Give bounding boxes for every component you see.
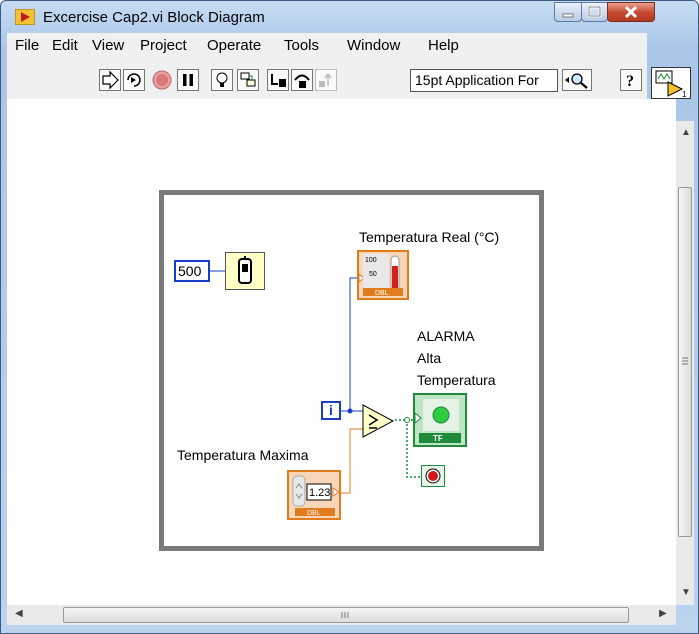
- scroll-down-arrow-icon[interactable]: ▼: [681, 587, 691, 598]
- scroll-up-arrow-icon[interactable]: ▲: [681, 127, 691, 138]
- numeric-label: Temperatura Maxima: [177, 447, 309, 463]
- grip-icon: [341, 612, 349, 618]
- scroll-right-arrow-icon[interactable]: ▶: [659, 608, 667, 619]
- thermometer-label: Temperatura Real (°C): [359, 229, 500, 245]
- block-diagram-window: Excercise Cap2.vi Block Diagram File Edi…: [0, 0, 699, 634]
- thermometer-indicator[interactable]: 100 50 DBL: [357, 250, 409, 300]
- grip-icon: [682, 357, 688, 365]
- stopwatch-icon: [238, 256, 252, 284]
- horizontal-scroll-thumb[interactable]: [63, 607, 629, 623]
- numeric-type: DBL: [307, 510, 321, 517]
- iteration-terminal[interactable]: i: [321, 401, 341, 420]
- thermo-scale-mid: 50: [369, 271, 377, 278]
- greater-or-equal-node[interactable]: [361, 404, 395, 438]
- thermo-scale-high: 100: [365, 257, 377, 264]
- led-icon: TF: [414, 399, 461, 443]
- wait-ms-function[interactable]: [225, 252, 265, 290]
- alarm-led-indicator[interactable]: TF: [413, 393, 467, 447]
- alarm-label-line3: Temperatura: [417, 372, 496, 388]
- temperature-max-control[interactable]: 1.23 DBL: [287, 470, 341, 520]
- loop-stop-terminal[interactable]: [421, 465, 445, 487]
- numeric-value: 1.23: [309, 487, 330, 499]
- stop-icon: [425, 468, 441, 484]
- thermo-type: DBL: [375, 290, 389, 297]
- thermometer-icon: 100 50 DBL: [358, 254, 403, 297]
- scroll-left-arrow-icon[interactable]: ◀: [15, 608, 23, 619]
- numeric-control-icon: 1.23 DBL: [292, 475, 340, 517]
- alarm-label-line1: ALARMA: [417, 328, 475, 344]
- led-type: TF: [433, 434, 443, 443]
- wait-ms-constant[interactable]: 500: [174, 260, 210, 282]
- vertical-scroll-thumb[interactable]: [678, 187, 692, 537]
- alarm-label-line2: Alta: [417, 350, 442, 366]
